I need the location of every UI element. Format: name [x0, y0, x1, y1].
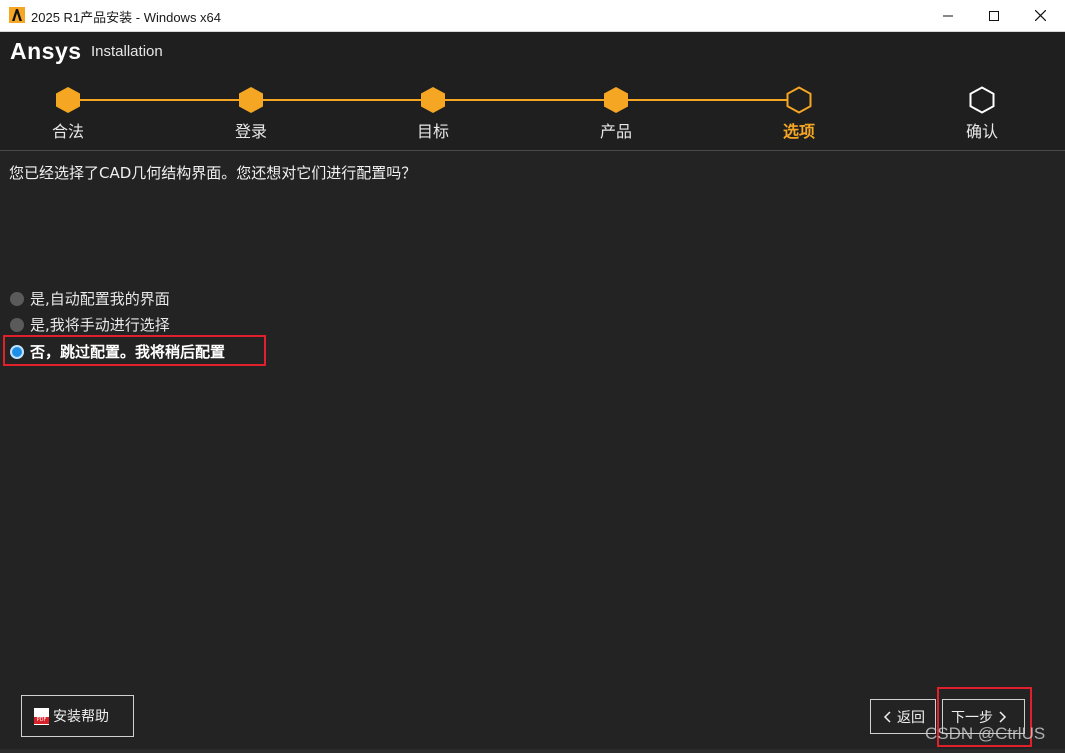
radio-button[interactable] — [10, 317, 24, 332]
hexagon-outline-icon — [969, 86, 995, 114]
installer-header: Ansys Installation 合法 登录 目标 产品 选项 确认 — [0, 32, 1065, 151]
step-label: 确认 — [965, 122, 998, 141]
step-label: 合法 — [51, 122, 84, 141]
window-title: 2025 R1产品安装 - Windows x64 — [31, 10, 222, 25]
configuration-question: 您已经选择了CAD几何结构界面。您还想对它们进行配置吗？ — [9, 164, 417, 182]
hexagon-outline-icon — [786, 86, 812, 114]
maximize-icon — [989, 10, 999, 21]
hexagon-filled-icon — [239, 87, 263, 113]
window-titlebar: 2025 R1产品安装 - Windows x64 — [0, 0, 1065, 32]
hexagon-filled-icon — [56, 87, 80, 113]
help-button-label: 安装帮助 — [53, 709, 109, 725]
hexagon-filled-icon — [604, 87, 628, 113]
option-label: 是,我将手动进行选择 — [30, 316, 170, 334]
step-confirm: 确认 — [922, 86, 1042, 142]
ansys-app-icon — [9, 7, 25, 23]
radio-button[interactable] — [10, 291, 24, 306]
hexagon-filled-icon — [421, 87, 445, 113]
step-label: 目标 — [416, 122, 449, 141]
option-auto-configure[interactable]: 是,自动配置我的界面 — [10, 288, 170, 309]
option-manual-select[interactable]: 是,我将手动进行选择 — [10, 314, 170, 335]
install-help-button[interactable]: 安装帮助 — [21, 695, 134, 737]
highlight-annotation-box — [3, 335, 266, 366]
chevron-left-icon — [883, 710, 891, 723]
back-button-label: 返回 — [897, 709, 925, 726]
brand-subtitle: Installation — [91, 43, 163, 60]
close-icon — [1034, 10, 1046, 21]
bottom-strip — [0, 749, 1065, 753]
step-legal: 合法 — [8, 86, 128, 142]
step-products: 产品 — [556, 86, 676, 142]
step-target: 目标 — [373, 86, 493, 142]
minimize-button[interactable] — [925, 0, 971, 31]
step-label: 产品 — [599, 122, 632, 141]
brand-logo: Ansys — [10, 38, 82, 64]
step-login: 登录 — [191, 86, 311, 142]
step-label: 登录 — [234, 122, 267, 141]
maximize-button[interactable] — [971, 0, 1017, 31]
pdf-icon — [34, 707, 49, 725]
close-button[interactable] — [1017, 0, 1063, 31]
minimize-icon — [943, 15, 953, 16]
watermark-text: CSDN @CtrlUS — [925, 724, 1046, 743]
option-label: 是,自动配置我的界面 — [30, 290, 170, 308]
step-options: 选项 — [739, 86, 859, 142]
step-label-active: 选项 — [782, 122, 815, 141]
